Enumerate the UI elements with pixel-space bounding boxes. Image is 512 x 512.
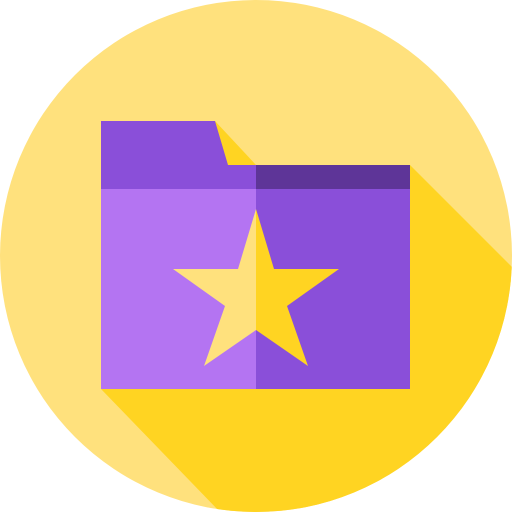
folder-back-strip xyxy=(256,165,410,189)
starred-folder-icon xyxy=(0,0,512,512)
starred-folder-graphic xyxy=(0,0,512,512)
